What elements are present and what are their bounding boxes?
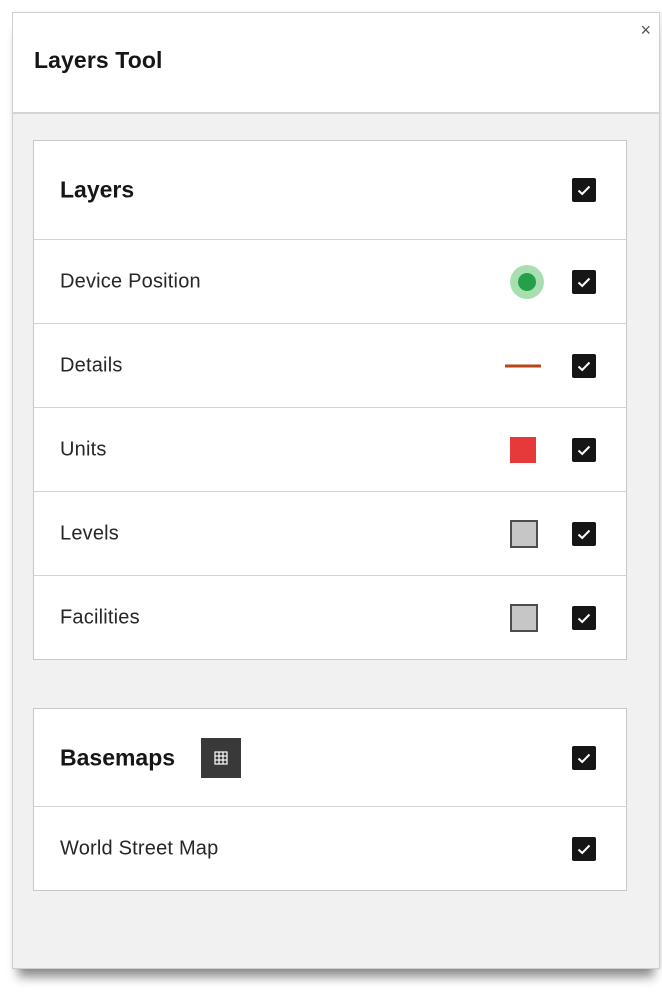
basemaps-section: Basemaps World Street Map xyxy=(33,708,627,891)
grid-icon xyxy=(214,750,228,765)
layers-tool-panel: Layers Tool × Layers Device Position Det… xyxy=(12,12,660,969)
layer-label: Details xyxy=(60,354,123,376)
layer-checkbox-facilities[interactable] xyxy=(572,605,596,630)
grey-fill-symbol-icon xyxy=(510,603,538,632)
basemaps-header-row: Basemaps xyxy=(34,709,626,806)
layer-checkbox-units[interactable] xyxy=(572,437,596,462)
basemap-row-world-street-map[interactable]: World Street Map xyxy=(34,806,626,890)
layer-checkbox-details[interactable] xyxy=(572,353,596,378)
layer-checkbox-levels[interactable] xyxy=(572,521,596,546)
layer-label: Facilities xyxy=(60,606,140,628)
panel-title: Layers Tool xyxy=(34,47,163,73)
green-point-symbol-icon xyxy=(510,264,544,299)
layer-label: Device Position xyxy=(60,270,201,292)
layers-header-row: Layers xyxy=(34,141,626,239)
layers-section: Layers Device Position Details Units Lev… xyxy=(33,140,627,660)
panel-header: Layers Tool × xyxy=(13,13,659,114)
layer-row-facilities[interactable]: Facilities xyxy=(34,575,626,659)
layer-row-details[interactable]: Details xyxy=(34,323,626,407)
grey-fill-symbol-icon xyxy=(510,519,538,548)
layer-label: Units xyxy=(60,438,107,460)
layers-all-checkbox[interactable] xyxy=(572,178,596,202)
close-button[interactable]: × xyxy=(640,21,651,39)
basemaps-title: Basemaps xyxy=(60,744,176,770)
brown-line-symbol-icon xyxy=(505,364,541,367)
layer-row-device-position[interactable]: Device Position xyxy=(34,239,626,323)
layers-title: Layers xyxy=(60,176,135,203)
red-fill-symbol-icon xyxy=(510,436,536,463)
basemap-label: World Street Map xyxy=(60,837,219,859)
basemap-gallery-button[interactable] xyxy=(201,737,241,778)
layer-checkbox-device-position[interactable] xyxy=(572,269,596,294)
layer-row-units[interactable]: Units xyxy=(34,407,626,491)
basemaps-all-checkbox[interactable] xyxy=(572,745,596,770)
layer-label: Levels xyxy=(60,522,120,544)
basemap-checkbox-world-street-map[interactable] xyxy=(572,836,596,861)
layer-row-levels[interactable]: Levels xyxy=(34,491,626,575)
